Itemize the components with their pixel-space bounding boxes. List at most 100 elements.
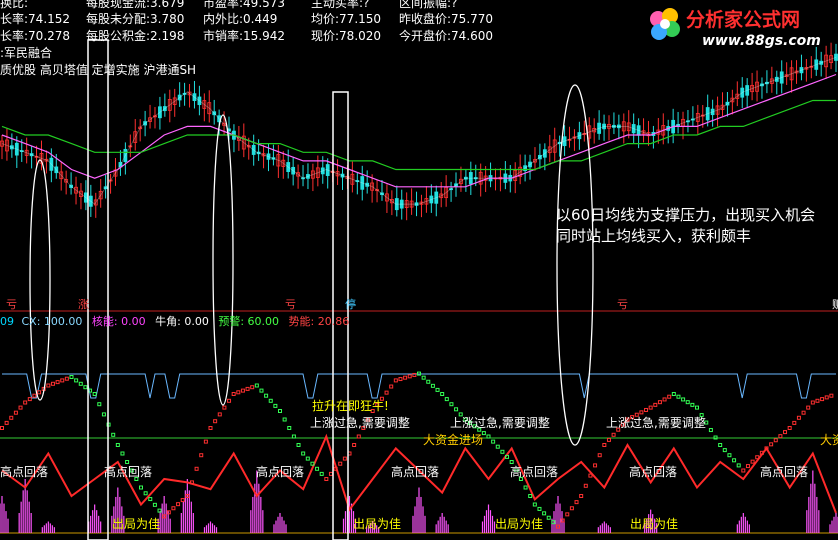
annotation-line: 以60日均线为支撑压力，出现买入机会 <box>556 206 816 224</box>
warning-step <box>505 454 510 459</box>
warning-step <box>273 403 278 408</box>
warning-step <box>199 453 204 458</box>
signal-label: 高点回落 <box>256 465 305 479</box>
warning-step <box>440 392 445 396</box>
warning-step <box>454 407 459 412</box>
warning-step <box>810 400 815 405</box>
warning-step <box>528 494 533 498</box>
warning-step <box>444 397 449 402</box>
warning-step <box>537 506 542 511</box>
legend-item: CX: 100.00 <box>21 315 83 328</box>
signal-label: 出局为佳 <box>495 517 544 531</box>
warning-step <box>648 405 653 410</box>
warning-step <box>55 380 60 385</box>
warning-step <box>23 400 28 405</box>
signal-label: 高点回落 <box>760 465 809 479</box>
warning-step <box>115 443 120 447</box>
warning-step <box>602 443 607 447</box>
warning-step <box>227 398 232 403</box>
warning-step <box>27 397 32 402</box>
warning-step <box>681 397 686 402</box>
warning-step <box>551 520 556 525</box>
signal-label: 大资 <box>820 433 838 447</box>
warning-step <box>662 397 667 402</box>
warning-step <box>278 409 282 413</box>
warning-step <box>671 392 676 396</box>
header-cell: 内外比:0.449 <box>203 12 278 26</box>
warning-step <box>778 434 783 439</box>
warning-step <box>801 410 806 415</box>
warning-step <box>815 398 820 403</box>
warning-step <box>750 459 755 464</box>
warning-step <box>13 410 18 415</box>
warning-step <box>152 502 157 507</box>
concept-tags: :军民融合 <box>0 46 53 60</box>
warning-step <box>18 405 23 410</box>
warning-step <box>398 377 403 382</box>
warning-step <box>606 437 611 442</box>
warning-step <box>685 400 690 405</box>
warning-step <box>597 453 602 458</box>
warning-step <box>148 497 153 502</box>
warning-step <box>430 383 435 388</box>
warning-step <box>4 420 9 425</box>
warning-step <box>78 381 83 386</box>
warning-step <box>64 376 69 381</box>
header-cell: 昨收盘价:75.770 <box>399 12 494 26</box>
warning-step <box>46 383 51 388</box>
warning-step <box>421 375 426 380</box>
warning-step <box>727 453 732 458</box>
warning-step <box>565 512 570 517</box>
warning-step <box>50 381 55 386</box>
warning-step <box>310 461 315 466</box>
warning-step <box>449 402 454 407</box>
header-cell: 均价:77.150 <box>311 12 382 26</box>
warning-step <box>708 428 713 433</box>
warning-step <box>407 374 412 379</box>
warning-step <box>217 412 222 417</box>
warning-step <box>829 393 834 398</box>
warning-step <box>560 518 565 523</box>
warning-step <box>718 443 723 447</box>
warning-step <box>74 378 79 383</box>
warning-step <box>783 430 788 435</box>
warning-step <box>792 420 797 425</box>
warning-step <box>426 379 431 384</box>
legend-item: 牛角: 0.00 <box>155 315 209 328</box>
warning-step <box>773 438 778 443</box>
warning-step <box>787 426 792 430</box>
signal-label: 出局为佳 <box>630 517 679 531</box>
warning-step <box>92 392 97 396</box>
warning-step <box>736 463 741 468</box>
warning-step <box>60 378 65 383</box>
highlight-ellipse <box>212 114 234 406</box>
warning-step <box>180 498 185 503</box>
warning-step <box>759 450 764 455</box>
signal-label: 高点回落 <box>391 465 440 479</box>
warning-step <box>296 443 301 447</box>
warning-step <box>796 415 801 420</box>
warning-step <box>824 395 829 400</box>
warning-step <box>97 402 102 407</box>
warning-step <box>236 390 241 395</box>
warning-step <box>254 383 259 388</box>
stock-tags: 质优股 高贝塔值 定增实施 沪港通SH <box>0 63 197 77</box>
stock-chart <box>0 39 838 540</box>
signal-label: 出局为佳 <box>353 517 402 531</box>
warning-step <box>328 471 333 476</box>
warning-step <box>741 468 746 473</box>
signal-marker: 亏 <box>285 298 296 311</box>
site-logo: 分析家公式网 www.88gs.com <box>650 8 821 49</box>
warning-step <box>695 405 699 410</box>
warning-step <box>732 458 737 463</box>
highlight-ellipse <box>29 159 51 401</box>
signal-label: 上涨过急,需要调整 <box>606 416 706 430</box>
warning-step <box>338 461 343 466</box>
warning-step <box>611 432 616 437</box>
warning-step <box>412 372 417 377</box>
warning-step <box>546 515 551 520</box>
warning-step <box>301 451 306 456</box>
warning-step <box>69 375 74 379</box>
header-cell: 长率:70.278 <box>0 29 71 43</box>
warning-step <box>403 375 408 380</box>
